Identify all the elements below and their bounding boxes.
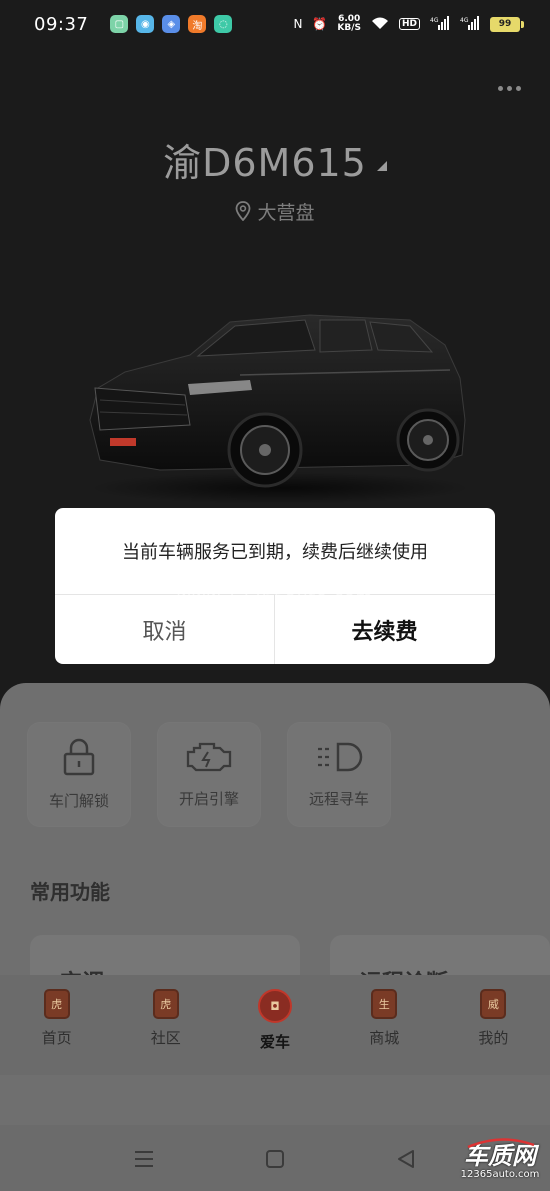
home-square-icon[interactable] xyxy=(263,1147,287,1171)
brand-url: 12365auto.com xyxy=(460,1169,540,1180)
engine-icon xyxy=(186,742,232,772)
car-badge-icon: ◘ xyxy=(258,989,292,1023)
vehicle-plate-selector[interactable]: 渝D6M615 xyxy=(0,132,550,187)
tab-mall[interactable]: 生 商城 xyxy=(330,975,439,1075)
find-car-button[interactable]: 远程寻车 xyxy=(288,723,390,826)
tab-my-car[interactable]: ◘ 爱车 xyxy=(220,975,329,1075)
tiger-community-icon: 虎 xyxy=(152,989,179,1019)
vehicle-plate: 渝D6M615 xyxy=(163,141,367,185)
vehicle-location: 大营盘 xyxy=(0,198,550,226)
dialog-message: 当前车辆服务已到期，续费后继续使用 xyxy=(122,542,428,563)
unlock-doors-button[interactable]: 车门解锁 xyxy=(28,723,130,826)
brand-swoosh-icon xyxy=(467,1138,535,1149)
tab-label: 我的 xyxy=(478,1029,509,1047)
bottom-tab-bar: 虎 首页 虎 社区 ◘ 爱车 生 商城 威 我的 xyxy=(0,975,550,1075)
tab-label: 商城 xyxy=(369,1029,400,1047)
mall-badge-icon: 生 xyxy=(371,989,398,1019)
tiger-home-icon: 虎 xyxy=(43,989,70,1019)
vehicle-image xyxy=(80,300,480,505)
chat-app-icon: ◈ xyxy=(162,15,181,33)
battery-indicator: 99 xyxy=(490,16,524,32)
more-options-button[interactable] xyxy=(494,78,524,98)
more-dot-icon xyxy=(515,85,521,91)
unlock-doors-label: 车门解锁 xyxy=(48,792,109,810)
status-time: 09:37 xyxy=(34,13,89,35)
svg-text:4G: 4G xyxy=(430,17,439,24)
alarm-icon: ⏰ xyxy=(312,17,328,31)
network-speed: 6.00 KB/S xyxy=(337,14,361,33)
find-car-label: 远程寻车 xyxy=(308,790,369,808)
lock-icon xyxy=(63,738,95,776)
notification-icons: ▢ ◉ ◈ 淘 ◌ xyxy=(110,15,233,33)
location-pin-icon xyxy=(235,201,251,226)
quick-actions: 车门解锁 开启引擎 远程寻车 xyxy=(28,723,390,826)
taobao-app-icon: 淘 xyxy=(188,15,207,33)
signal-icon-1: 4G xyxy=(430,15,450,33)
tab-community[interactable]: 虎 社区 xyxy=(111,975,220,1075)
headlight-icon xyxy=(318,742,363,772)
signal-icon-2: 4G xyxy=(460,15,480,33)
back-triangle-icon[interactable] xyxy=(394,1147,418,1171)
nfc-icon: N xyxy=(293,17,303,31)
dropdown-caret-icon xyxy=(376,160,387,171)
messages-app-icon: ▢ xyxy=(110,15,129,33)
more-dot-icon xyxy=(506,85,512,91)
start-engine-label: 开启引擎 xyxy=(178,790,239,808)
message-bubble-app-icon: ◌ xyxy=(214,15,233,33)
tab-label: 首页 xyxy=(41,1029,72,1047)
profile-badge-icon: 威 xyxy=(480,989,507,1019)
svg-text:4G: 4G xyxy=(460,17,469,24)
location-text: 大营盘 xyxy=(257,202,315,224)
tab-profile[interactable]: 威 我的 xyxy=(439,975,548,1075)
start-engine-button[interactable]: 开启引擎 xyxy=(158,723,260,826)
browser-app-icon: ◉ xyxy=(136,15,155,33)
more-dot-icon xyxy=(497,85,503,91)
hd-voice-icon: HD xyxy=(398,18,420,30)
tab-label: 社区 xyxy=(150,1029,181,1047)
common-functions-title: 常用功能 xyxy=(30,880,110,904)
wifi-icon xyxy=(371,16,389,33)
tab-home[interactable]: 虎 首页 xyxy=(2,975,111,1075)
brand-watermark: 车质网 12365auto.com xyxy=(454,1138,546,1187)
service-expired-dialog: 当前车辆服务已到期，续费后继续使用 取消 去续费 xyxy=(55,508,495,664)
menu-icon[interactable] xyxy=(132,1147,156,1171)
status-bar: 09:37 ▢ ◉ ◈ 淘 ◌ N ⏰ 6.00 KB/S HD 4G 4G 9… xyxy=(0,0,550,48)
watermark-text: www.12365auto.com xyxy=(176,588,374,608)
tab-label: 爱车 xyxy=(260,1033,291,1051)
